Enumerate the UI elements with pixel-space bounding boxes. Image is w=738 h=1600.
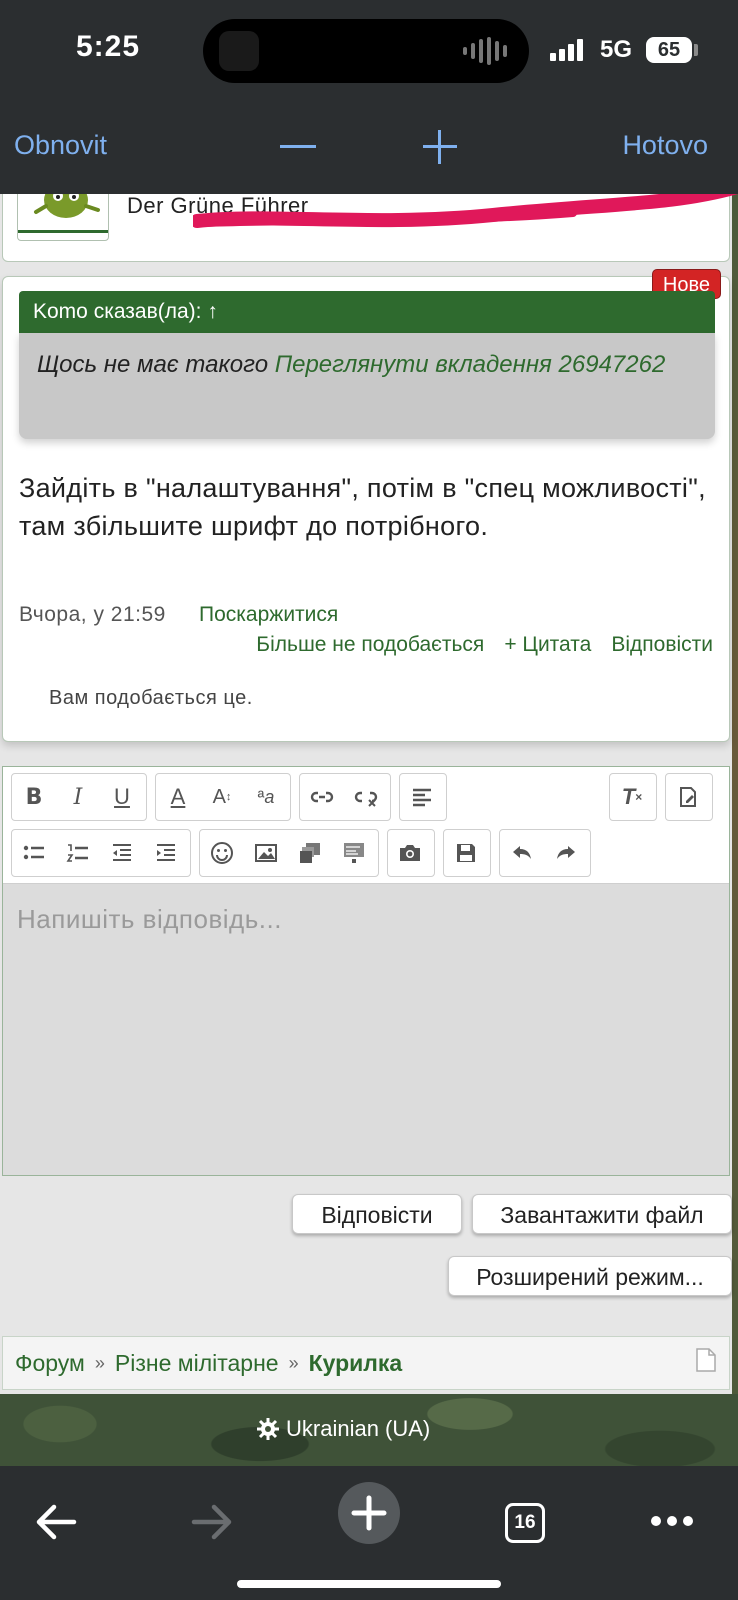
monster-icon	[18, 194, 108, 233]
toolbar-group-lists	[11, 829, 191, 877]
zoom-out-button[interactable]	[270, 126, 326, 170]
undo-icon[interactable]	[500, 830, 544, 876]
indent-icon[interactable]	[144, 830, 188, 876]
battery-icon: 65	[646, 37, 692, 63]
forward-arrow-icon[interactable]	[190, 1502, 234, 1542]
refresh-button[interactable]: Obnovit	[14, 130, 107, 161]
reply-link[interactable]: Відповісти	[611, 633, 713, 657]
signature-image	[17, 194, 109, 241]
network-label: 5G	[600, 36, 633, 63]
reply-button[interactable]: Відповісти	[292, 1194, 462, 1234]
numbered-list-icon[interactable]	[56, 830, 100, 876]
reply-editor: B I U A A ↕ ªa T × Напишіть відповідь...	[2, 766, 730, 1176]
italic-button[interactable]: I	[56, 774, 100, 820]
breadcrumb-military[interactable]: Різне мілітарне	[115, 1350, 279, 1377]
toolbar-group-align	[399, 773, 447, 821]
font-size-button[interactable]: A ↕	[200, 774, 244, 820]
report-link[interactable]: Поскаржитися	[199, 603, 338, 627]
quote-body: Щось не має такого Переглянути вкладення…	[19, 333, 715, 439]
more-icon[interactable]	[650, 1514, 694, 1528]
outdent-icon[interactable]	[100, 830, 144, 876]
status-time: 5:25	[76, 30, 141, 63]
post-card: Нове Komo сказав(ла): ↑ Щось не має тако…	[2, 269, 730, 742]
signature-card: Der Grüne Führer	[2, 194, 738, 262]
align-icon[interactable]	[400, 774, 444, 820]
plus-icon-stroke	[438, 130, 441, 164]
page-area: Der Grüne Führer Нове Komo сказав(ла): ↑…	[0, 194, 738, 1466]
unlink-icon[interactable]	[344, 774, 388, 820]
quote-text: Щось не має такого	[37, 351, 275, 378]
footer-camo: Ukrainian (UA)	[0, 1394, 738, 1466]
bold-button[interactable]: B	[12, 774, 56, 820]
font-color-button[interactable]: A	[156, 774, 200, 820]
page-background-strip	[732, 194, 738, 1466]
link-icon[interactable]	[300, 774, 344, 820]
likes-summary: Вам подобається це.	[49, 687, 253, 709]
browser-bottom-nav: 16	[0, 1466, 738, 1600]
breadcrumb: Форум » Різне мілітарне » Курилка	[2, 1336, 730, 1390]
toolbar-group-font: A A ↕ ªa	[155, 773, 291, 821]
document-icon[interactable]	[695, 1347, 717, 1373]
attachment-link[interactable]: Переглянути вкладення 26947262	[275, 351, 666, 378]
toolbar-group-clear: T ×	[609, 773, 657, 821]
toolbar-group-text-style: B I U	[11, 773, 147, 821]
bullet-list-icon[interactable]	[12, 830, 56, 876]
zoom-in-button[interactable]	[413, 122, 469, 174]
zoom-toolbar: Obnovit Hotovo	[0, 106, 738, 194]
post-body: Зайдіть в "налаштування", потім в "спец …	[19, 473, 706, 541]
post-actions: Більше не подобається + Цитата Відповіст…	[256, 633, 713, 657]
advanced-mode-button[interactable]: Розширений режим...	[448, 1256, 732, 1296]
redo-icon[interactable]	[544, 830, 588, 876]
toolbar-group-history	[499, 829, 591, 877]
save-draft-icon[interactable]	[444, 830, 488, 876]
unlike-link[interactable]: Більше не подобається	[256, 633, 484, 657]
home-indicator	[237, 1580, 501, 1588]
code-block-icon[interactable]	[332, 830, 376, 876]
plus-icon	[351, 1495, 387, 1531]
toolbar-group-source	[665, 773, 713, 821]
language-label: Ukrainian (UA)	[286, 1416, 431, 1441]
camera-icon[interactable]	[388, 830, 432, 876]
new-tab-button[interactable]	[338, 1482, 400, 1544]
font-family-button[interactable]: ªa	[244, 774, 288, 820]
media-icon[interactable]	[288, 830, 332, 876]
breadcrumb-forum[interactable]: Форум	[15, 1350, 85, 1377]
toolbar-group-save	[443, 829, 491, 877]
tab-switcher-button[interactable]: 16	[505, 1503, 545, 1543]
battery-tip	[694, 44, 698, 56]
upload-file-button[interactable]: Завантажити файл	[472, 1194, 732, 1234]
underline-button[interactable]: U	[100, 774, 144, 820]
reply-placeholder: Напишіть відповідь...	[17, 904, 282, 934]
post-timestamp: Вчора, у 21:59	[19, 603, 166, 626]
smiley-icon[interactable]	[200, 830, 244, 876]
image-icon[interactable]	[244, 830, 288, 876]
remove-format-icon[interactable]: T ×	[610, 774, 654, 820]
quote-header[interactable]: Komo сказав(ла): ↑	[19, 291, 715, 333]
gear-icon	[257, 1418, 279, 1440]
reply-textarea[interactable]: Напишіть відповідь...	[3, 883, 729, 1175]
toolbar-group-insert	[199, 829, 379, 877]
signal-icon	[550, 39, 583, 61]
toolbar-group-links	[299, 773, 391, 821]
toolbar-group-camera	[387, 829, 435, 877]
dynamic-island	[203, 19, 529, 83]
breadcrumb-separator: »	[94, 1352, 105, 1373]
breadcrumb-separator: »	[288, 1352, 299, 1373]
minus-icon	[280, 145, 316, 148]
redaction-scribble	[193, 194, 738, 228]
audio-wave-icon	[463, 37, 507, 65]
breadcrumb-current[interactable]: Курилка	[309, 1350, 403, 1377]
language-selector[interactable]: Ukrainian (UA)	[256, 1416, 430, 1442]
done-button[interactable]: Hotovo	[622, 130, 708, 161]
quote-link[interactable]: + Цитата	[504, 633, 591, 657]
status-bar: 5:25 5G 65	[0, 0, 738, 106]
source-mode-icon[interactable]	[666, 774, 710, 820]
back-arrow-icon[interactable]	[34, 1502, 78, 1542]
camera-icon	[219, 31, 259, 71]
